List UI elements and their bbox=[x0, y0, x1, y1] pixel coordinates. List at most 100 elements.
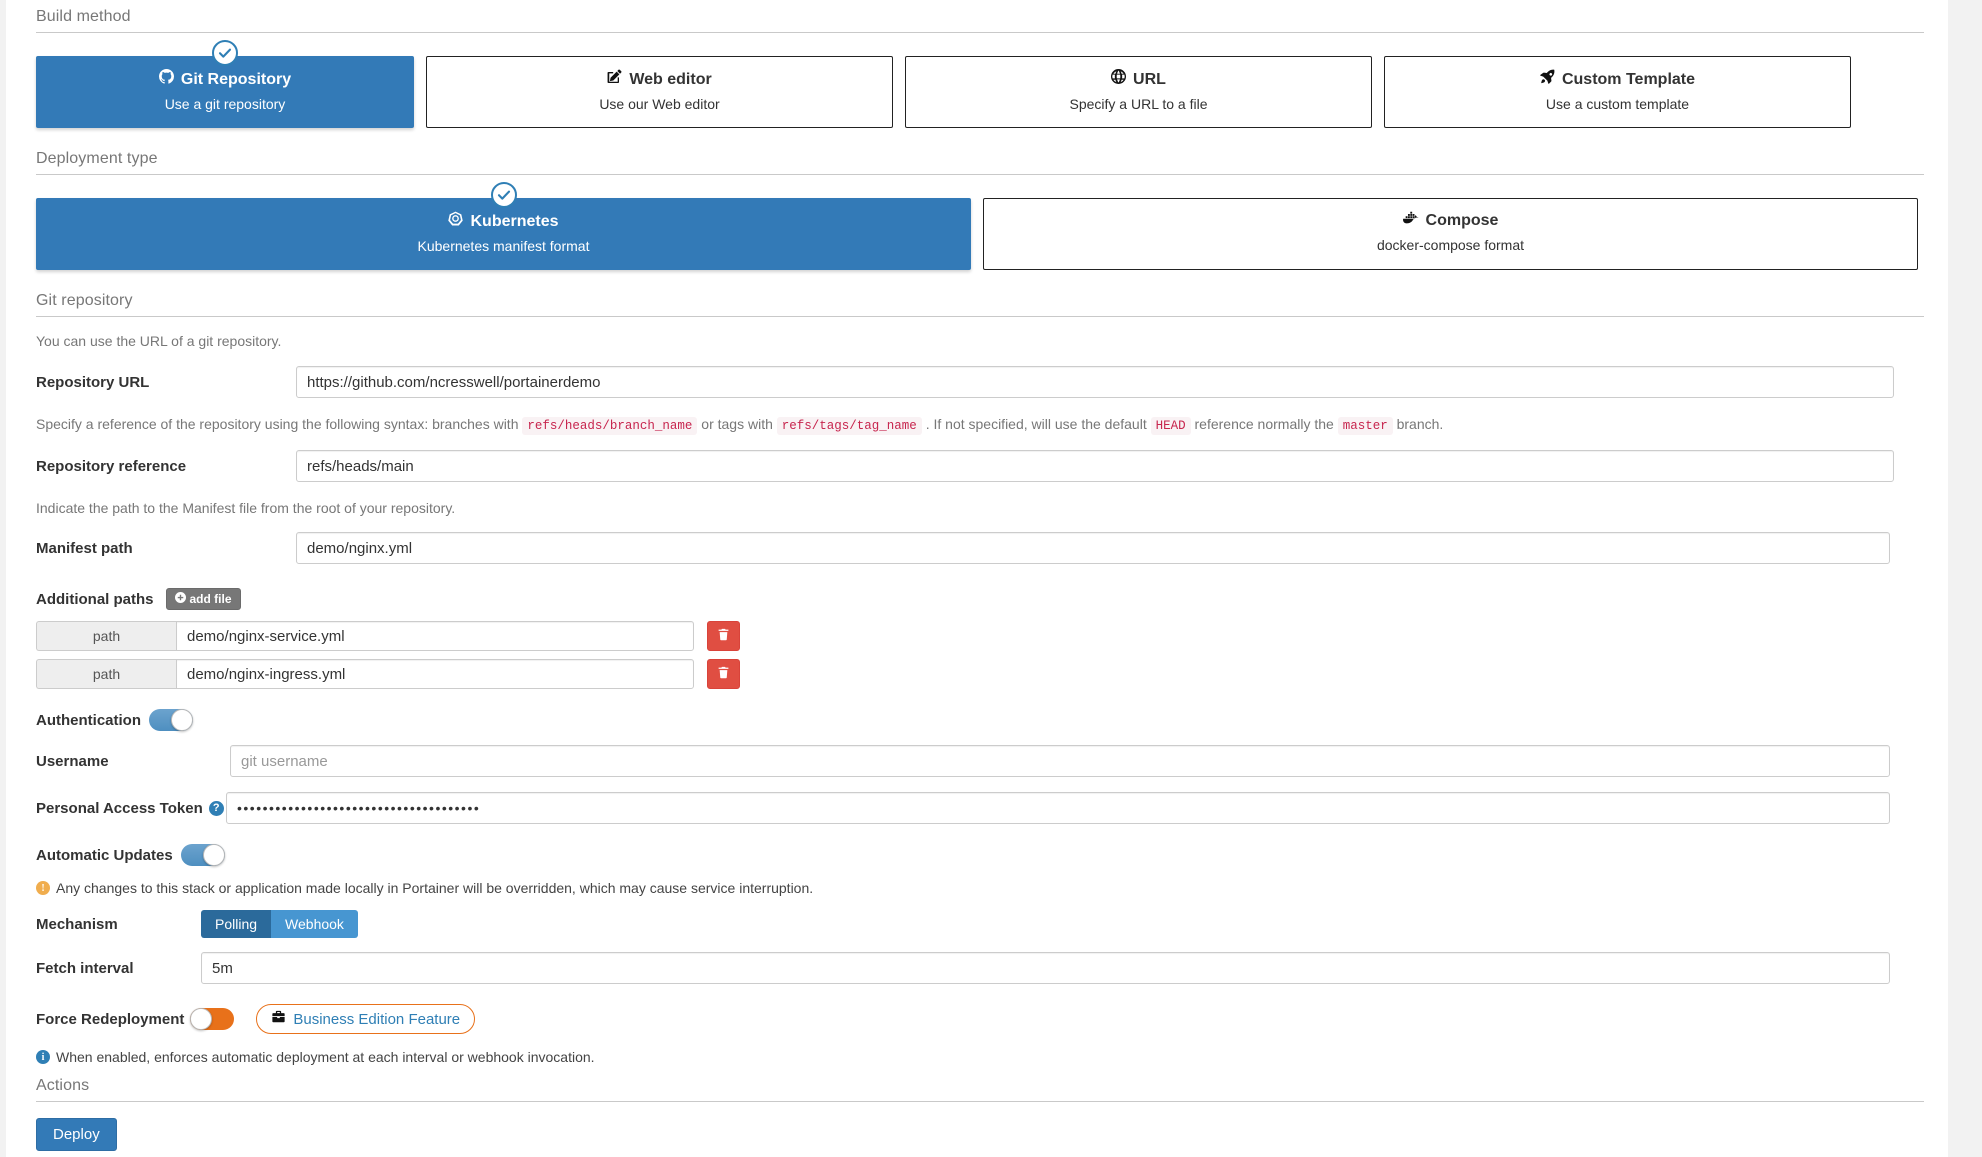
mechanism-option-webhook[interactable]: Webhook bbox=[271, 910, 358, 938]
deploy-button[interactable]: Deploy bbox=[36, 1118, 117, 1151]
authentication-row: Authentication bbox=[36, 709, 1924, 731]
deployment-type-subtitle: docker-compose format bbox=[1376, 237, 1525, 253]
fetch-interval-input[interactable] bbox=[201, 952, 1890, 984]
deployment-type-options: Kubernetes Kubernetes manifest format Co… bbox=[36, 182, 1924, 270]
token-input[interactable] bbox=[226, 792, 1890, 824]
add-file-button[interactable]: add file bbox=[165, 588, 241, 610]
token-row: Personal Access Token ? bbox=[36, 792, 1924, 824]
deployment-type-title: Compose bbox=[1425, 212, 1499, 229]
build-method-subtitle: Use a git repository bbox=[164, 96, 286, 112]
additional-path-row: path bbox=[36, 659, 1924, 689]
selected-check-icon bbox=[212, 40, 238, 66]
reference-help-part1: Specify a reference of the repository us… bbox=[36, 416, 519, 432]
username-row: Username bbox=[36, 745, 1924, 777]
briefcase-icon bbox=[271, 1010, 286, 1028]
reference-help-code4: master bbox=[1337, 417, 1393, 435]
build-method-title: Git Repository bbox=[180, 70, 292, 88]
build-method-title: Custom Template bbox=[1561, 70, 1696, 88]
username-input[interactable] bbox=[230, 745, 1890, 777]
selected-check-icon bbox=[490, 182, 517, 208]
reference-help-part5: branch. bbox=[1396, 416, 1444, 432]
force-redeployment-info: i When enabled, enforces automatic deplo… bbox=[36, 1049, 1924, 1065]
build-method-subtitle: Use a custom template bbox=[1545, 96, 1690, 112]
repository-url-row: Repository URL bbox=[36, 366, 1924, 398]
force-redeployment-toggle[interactable] bbox=[190, 1008, 235, 1030]
additional-paths-header: Additional paths add file bbox=[36, 588, 1924, 610]
repository-reference-row: Repository reference bbox=[36, 450, 1924, 482]
additional-path-row: path bbox=[36, 621, 1924, 651]
build-method-subtitle: Specify a URL to a file bbox=[1069, 96, 1208, 112]
deployment-type-subtitle: Kubernetes manifest format bbox=[417, 238, 590, 254]
deployment-type-section-title: Deployment type bbox=[36, 150, 1924, 175]
build-method-section-title: Build method bbox=[36, 8, 1924, 33]
reference-help-part4: reference normally the bbox=[1194, 416, 1334, 432]
deployment-type-option-compose[interactable]: Compose docker-compose format bbox=[983, 198, 1918, 270]
repository-url-label: Repository URL bbox=[36, 373, 150, 391]
build-method-subtitle: Use our Web editor bbox=[599, 96, 720, 112]
build-method-option-custom-template[interactable]: Custom Template Use a custom template bbox=[1384, 56, 1851, 128]
plus-circle-icon bbox=[174, 592, 186, 606]
build-method-title: Web editor bbox=[629, 70, 712, 88]
info-icon: i bbox=[36, 1050, 50, 1064]
rocket-icon bbox=[1540, 69, 1555, 90]
build-method-option-git-repository[interactable]: Git Repository Use a git repository bbox=[36, 40, 414, 128]
build-method-option-web-editor[interactable]: Web editor Use our Web editor bbox=[426, 56, 893, 128]
repository-reference-input[interactable] bbox=[296, 450, 1894, 482]
globe-icon bbox=[1111, 69, 1127, 90]
repository-reference-label: Repository reference bbox=[36, 457, 187, 475]
docker-icon bbox=[1402, 211, 1419, 231]
fetch-interval-row: Fetch interval bbox=[36, 952, 1924, 984]
business-edition-badge[interactable]: Business Edition Feature bbox=[256, 1004, 476, 1034]
additional-path-input[interactable] bbox=[176, 621, 694, 651]
delete-path-button[interactable] bbox=[707, 659, 740, 689]
delete-path-button[interactable] bbox=[707, 621, 740, 651]
reference-help-code2: refs/tags/tag_name bbox=[776, 417, 922, 435]
mechanism-option-polling[interactable]: Polling bbox=[201, 910, 272, 938]
pencil-square-icon bbox=[607, 69, 622, 90]
automatic-updates-warning-text: Any changes to this stack or application… bbox=[56, 880, 814, 896]
reference-help-part3: . If not specified, will use the default bbox=[925, 416, 1147, 432]
additional-paths-label: Additional paths bbox=[36, 590, 154, 608]
automatic-updates-row: Automatic Updates bbox=[36, 844, 1924, 866]
path-addon-label: path bbox=[36, 659, 176, 689]
force-redeployment-info-text: When enabled, enforces automatic deploym… bbox=[56, 1049, 595, 1065]
mechanism-label: Mechanism bbox=[36, 915, 118, 933]
reference-help-code1: refs/heads/branch_name bbox=[522, 417, 698, 435]
manifest-path-input[interactable] bbox=[296, 532, 1890, 564]
repository-url-input[interactable] bbox=[296, 366, 1894, 398]
token-label: Personal Access Token bbox=[36, 799, 203, 817]
authentication-label: Authentication bbox=[36, 711, 141, 729]
force-redeployment-label: Force Redeployment bbox=[36, 1010, 185, 1028]
fetch-interval-label: Fetch interval bbox=[36, 959, 134, 977]
build-method-option-url[interactable]: URL Specify a URL to a file bbox=[905, 56, 1372, 128]
automatic-updates-warning: ! Any changes to this stack or applicati… bbox=[36, 880, 1924, 896]
page-root: Build method Git Repository Use a git re… bbox=[0, 0, 1982, 1157]
authentication-toggle[interactable] bbox=[149, 709, 193, 731]
add-file-label: add file bbox=[189, 592, 232, 606]
business-edition-badge-label: Business Edition Feature bbox=[293, 1010, 461, 1028]
trash-icon bbox=[717, 666, 730, 682]
actions-section-title: Actions bbox=[36, 1077, 1924, 1102]
manifest-path-row: Manifest path bbox=[36, 532, 1924, 564]
mechanism-button-group: Polling Webhook bbox=[201, 910, 358, 938]
repository-reference-help: Specify a reference of the repository us… bbox=[36, 414, 1924, 436]
reference-help-part2: or tags with bbox=[701, 416, 773, 432]
deployment-type-title: Kubernetes bbox=[470, 212, 559, 230]
automatic-updates-toggle[interactable] bbox=[180, 844, 225, 866]
git-repository-intro: You can use the URL of a git repository. bbox=[36, 333, 282, 349]
trash-icon bbox=[717, 628, 730, 644]
deployment-type-option-kubernetes[interactable]: Kubernetes Kubernetes manifest format bbox=[36, 182, 971, 270]
git-repository-section-title: Git repository bbox=[36, 292, 1924, 317]
build-method-options: Git Repository Use a git repository Web … bbox=[36, 40, 1924, 128]
build-method-title: URL bbox=[1133, 70, 1166, 88]
force-redeployment-row: Force Redeployment Business Edition Feat… bbox=[36, 1004, 1924, 1034]
kubernetes-icon bbox=[448, 211, 464, 232]
path-addon-label: path bbox=[36, 621, 176, 651]
automatic-updates-label: Automatic Updates bbox=[36, 846, 173, 864]
warning-icon: ! bbox=[36, 881, 50, 895]
additional-path-input[interactable] bbox=[176, 659, 694, 689]
reference-help-code3: HEAD bbox=[1150, 417, 1191, 435]
question-mark-icon[interactable]: ? bbox=[208, 800, 224, 816]
manifest-path-label: Manifest path bbox=[36, 539, 133, 557]
github-icon bbox=[158, 69, 174, 90]
